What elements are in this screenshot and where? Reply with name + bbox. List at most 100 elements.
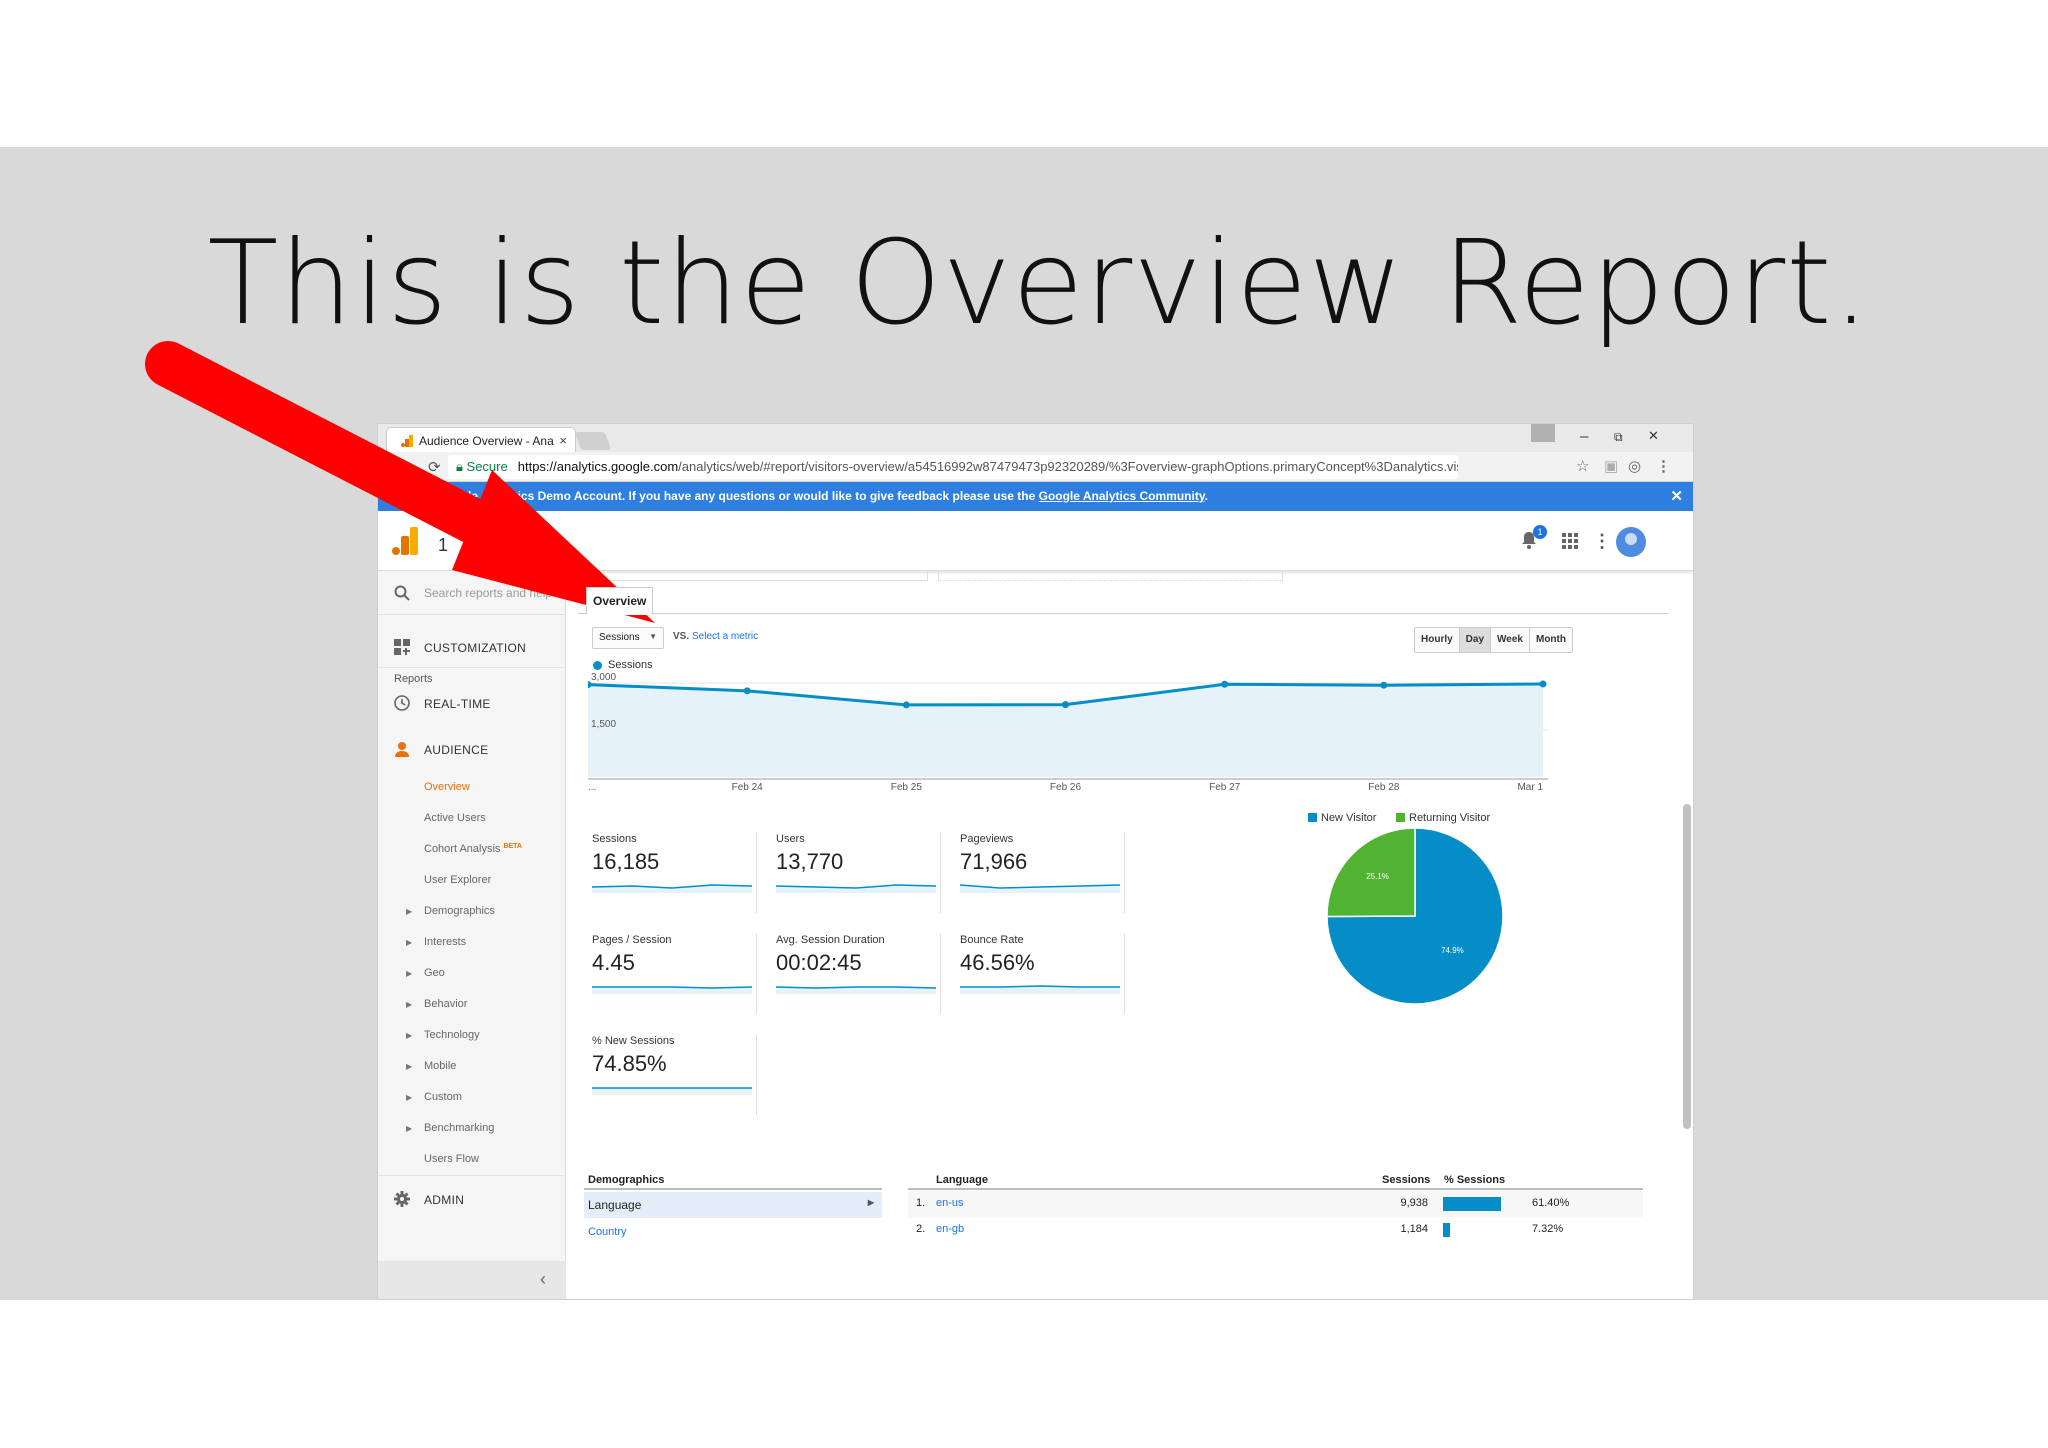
sidebar-item-geo[interactable]: Geo (424, 967, 445, 979)
metric-tile-sessions[interactable]: Sessions 16,185 (592, 833, 757, 913)
y-tick-label: 3,000 (591, 673, 616, 683)
extension-target-icon[interactable]: ◎ (1628, 457, 1641, 475)
table-row: 2. en-gb 1,184 7.32% (908, 1217, 1643, 1243)
analytics-logo-icon[interactable] (392, 527, 418, 555)
extension-icon[interactable]: ▣ (1604, 457, 1618, 475)
metric-tile-bounce-rate[interactable]: Bounce Rate 46.56% (960, 934, 1125, 1014)
tab-close-icon[interactable]: × (559, 433, 567, 448)
granularity-hourly-button[interactable]: Hourly (1415, 628, 1460, 652)
table-divider (908, 1188, 1643, 1190)
sidebar-item-interests[interactable]: Interests (424, 936, 466, 948)
sidebar-item-benchmarking[interactable]: Benchmarking (424, 1122, 494, 1134)
pct-sessions-column-header[interactable]: % Sessions (1444, 1174, 1505, 1186)
sidebar-item-mobile[interactable]: Mobile (424, 1060, 456, 1072)
metric-label: Users (776, 833, 805, 845)
sidebar-item-overview[interactable]: Overview (424, 781, 470, 793)
demo-account-banner: le Analytics Demo Account. If you have a… (378, 482, 1693, 511)
sidebar-item-custom[interactable]: Custom (424, 1091, 462, 1103)
slide-title: This is the Overview Report. (207, 216, 1871, 351)
demographics-language-item[interactable]: Language ▶ (584, 1192, 882, 1218)
metric-tile-avg-session-duration[interactable]: Avg. Session Duration 00:02:45 (776, 934, 941, 1014)
demographics-country-link[interactable]: Country (588, 1226, 627, 1238)
sidebar-item-audience[interactable]: AUDIENCE (424, 743, 488, 757)
expand-caret-icon: ▶ (406, 1000, 413, 1009)
expand-caret-icon: ▶ (406, 907, 413, 916)
visitor-pie-chart[interactable]: 74.9% 25.1% (1326, 827, 1504, 1005)
sidebar-item-admin[interactable]: ADMIN (424, 1193, 464, 1207)
browser-menu-icon[interactable]: ⋮ (1656, 457, 1671, 475)
sidebar-item-cohort-analysis[interactable]: Cohort Analysis BETA (424, 843, 522, 855)
account-selector[interactable]: 1 (438, 535, 448, 556)
banner-community-link[interactable]: Google Analytics Community (1039, 489, 1205, 503)
avatar[interactable] (1616, 527, 1646, 557)
metric-value: 4.45 (592, 950, 635, 975)
sidebar-item-demographics[interactable]: Demographics (424, 905, 495, 917)
sidebar-item-realtime[interactable]: REAL-TIME (424, 697, 491, 711)
legend-sessions: Sessions (608, 659, 653, 671)
pie-slice-label: 74.9% (1441, 946, 1464, 955)
granularity-day-button[interactable]: Day (1459, 628, 1492, 652)
vs-label: VS. (673, 631, 690, 642)
page-scrollbar[interactable] (1683, 804, 1691, 1129)
browser-profile-icon[interactable] (1531, 424, 1555, 442)
select-metric-link[interactable]: Select a metric (692, 631, 758, 642)
sidebar-item-user-explorer[interactable]: User Explorer (424, 874, 491, 886)
row-language-link[interactable]: en-gb (936, 1223, 964, 1235)
banner-period: . (1204, 489, 1208, 503)
sidebar-item-users-flow[interactable]: Users Flow (424, 1153, 479, 1165)
sidebar-item-behavior[interactable]: Behavior (424, 998, 467, 1010)
granularity-month-button[interactable]: Month (1529, 628, 1572, 652)
new-tab-button[interactable] (574, 432, 612, 450)
sidebar-item-technology[interactable]: Technology (424, 1029, 480, 1041)
metric-tile-pageviews[interactable]: Pageviews 71,966 (960, 833, 1125, 913)
metric-tile-pages-per-session[interactable]: Pages / Session 4.45 (592, 934, 757, 1014)
pie-slice-label: 25.1% (1366, 872, 1389, 881)
expand-caret-icon: ▶ (406, 969, 413, 978)
tab-overview[interactable]: Overview (586, 587, 654, 615)
collapse-sidebar-button[interactable]: ‹ (378, 1261, 566, 1299)
reports-label: Reports (394, 673, 433, 685)
table-row: 1. en-us 9,938 61.40% (908, 1191, 1643, 1217)
minimize-button[interactable]: – (1580, 428, 1588, 445)
browser-tab[interactable]: Audience Overview - Ana × (386, 427, 576, 452)
banner-text: le Analytics Demo Account. If you have a… (468, 489, 1039, 503)
metric-tile-users[interactable]: Users 13,770 (776, 833, 941, 913)
row-pct: 61.40% (1532, 1197, 1570, 1209)
bookmark-star-icon[interactable]: ☆ (1576, 457, 1589, 475)
language-column-header: Language (936, 1174, 988, 1186)
tab-divider (578, 613, 1668, 614)
row-language-link[interactable]: en-us (936, 1197, 964, 1209)
apps-grid-icon[interactable] (1562, 533, 1578, 549)
reload-icon[interactable]: ⟳ (428, 458, 441, 476)
banner-close-icon[interactable]: ✕ (1670, 487, 1683, 505)
metric-label: % New Sessions (592, 1035, 675, 1047)
metric-dropdown-value: Sessions (599, 632, 640, 643)
pie-legend-label: New Visitor (1321, 812, 1377, 824)
back-icon[interactable]: ← (386, 458, 401, 475)
forward-icon[interactable]: → (408, 458, 423, 475)
restore-button[interactable]: ⧉ (1614, 430, 1623, 445)
sessions-line-chart[interactable]: 3,000 1,500... Feb 24 Feb 25 Feb 26 Feb 27 Feb… (588, 673, 1548, 793)
metric-label: Bounce Rate (960, 934, 1024, 946)
legend-swatch (593, 661, 602, 670)
close-window-button[interactable]: ✕ (1648, 428, 1659, 444)
search-input[interactable]: Search reports and help (424, 586, 552, 600)
x-tick-label: ... (588, 782, 596, 793)
chevron-down-icon: ▼ (649, 632, 657, 641)
secure-label: Secure (466, 459, 508, 474)
metric-value: 13,770 (776, 849, 844, 874)
metric-dropdown[interactable]: Sessions ▼ (592, 627, 664, 649)
metric-value: 71,966 (960, 849, 1028, 874)
demographics-header: Demographics (588, 1174, 665, 1186)
sidebar-item-customization[interactable]: CUSTOMIZATION (424, 641, 526, 655)
granularity-week-button[interactable]: Week (1491, 628, 1530, 652)
metric-tile-new-sessions[interactable]: % New Sessions 74.85% (592, 1035, 757, 1115)
report-search[interactable]: Search reports and help (378, 571, 566, 615)
beta-badge: BETA (503, 843, 522, 850)
sidebar-item-active-users[interactable]: Active Users (424, 812, 486, 824)
more-options-icon[interactable]: ⋮ (1593, 531, 1611, 552)
url-field[interactable]: 🔒︎ Secure https://analytics.google.com/an… (448, 455, 1458, 479)
sessions-column-header[interactable]: Sessions (1382, 1174, 1430, 1186)
metric-label: Pages / Session (592, 934, 672, 946)
row-rank: 1. (916, 1197, 926, 1209)
